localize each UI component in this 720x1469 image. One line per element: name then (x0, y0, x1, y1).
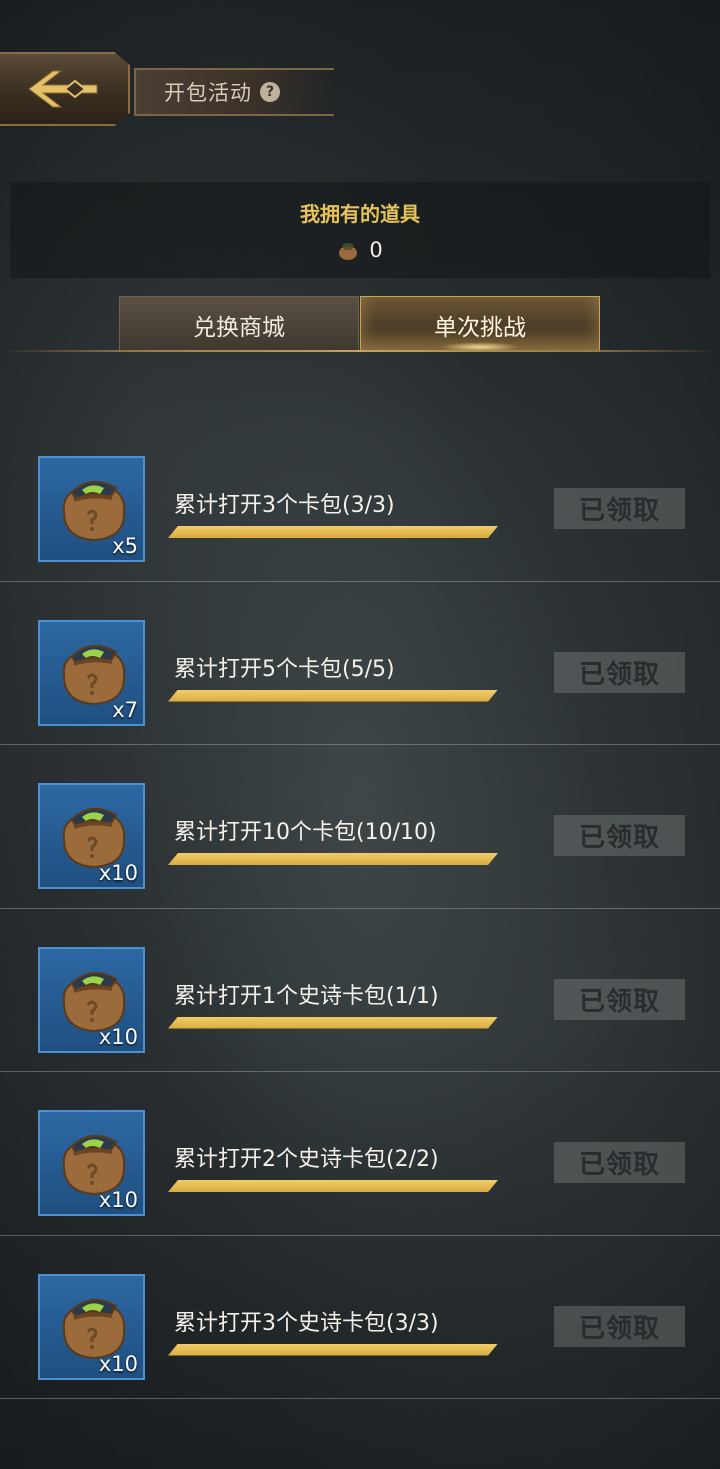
progress-bar (168, 1016, 498, 1029)
reward-quantity: x7 (112, 697, 138, 722)
reward-quantity: x5 (112, 534, 138, 558)
progress-fill (168, 1343, 498, 1356)
progress-fill (168, 1180, 498, 1192)
task-row: x5 累计打开3个卡包(3/3) 已领取 (0, 418, 720, 582)
progress-bar (168, 853, 498, 865)
inventory-title: 我拥有的道具 (300, 202, 420, 226)
reward-quantity: x10 (98, 1351, 138, 1376)
task-row: x10 累计打开3个史诗卡包(3/3) 已领取 (0, 1236, 720, 1399)
claimed-button[interactable]: 已领取 (554, 1305, 685, 1347)
back-button[interactable] (0, 52, 130, 126)
card-pack-bag-icon (339, 243, 358, 260)
task-description: 累计打开3个卡包(3/3) (174, 493, 395, 518)
reward-item[interactable]: x10 (38, 1110, 145, 1216)
task-row: x10 累计打开2个史诗卡包(2/2) 已领取 (0, 1072, 720, 1236)
inventory-row: 0 (10, 238, 710, 262)
claimed-button[interactable]: 已领取 (554, 1142, 685, 1183)
task-description: 累计打开10个卡包(10/10) (174, 820, 437, 845)
reward-item[interactable]: x7 (38, 619, 145, 726)
tab-exchange-shop[interactable]: 兑换商城 (119, 296, 359, 352)
progress-bar (168, 689, 498, 702)
claimed-button[interactable]: 已领取 (554, 978, 685, 1020)
progress-fill (168, 1016, 498, 1029)
help-icon[interactable]: ? (260, 82, 280, 102)
reward-quantity: x10 (98, 1024, 138, 1049)
progress-bar (168, 1180, 498, 1192)
inventory-count: 0 (369, 238, 383, 262)
reward-item[interactable]: x5 (38, 456, 145, 562)
reward-item[interactable]: x10 (38, 783, 145, 889)
task-row: x7 累计打开5个卡包(5/5) 已领取 (0, 582, 720, 745)
inventory-panel: 我拥有的道具 0 (10, 182, 710, 278)
tab-divider (0, 350, 720, 352)
claimed-button[interactable]: 已领取 (554, 488, 685, 529)
claimed-button[interactable]: 已领取 (554, 651, 685, 693)
reward-item[interactable]: x10 (38, 946, 145, 1053)
progress-bar (168, 526, 498, 538)
progress-bar (168, 1343, 498, 1356)
task-row: x10 累计打开1个史诗卡包(1/1) 已领取 (0, 909, 720, 1072)
task-list: x5 累计打开3个卡包(3/3) 已领取 x7 累计打开5个卡包(5/5) 已领… (0, 418, 720, 1399)
reward-item[interactable]: x10 (38, 1273, 145, 1380)
claimed-button[interactable]: 已领取 (554, 815, 685, 856)
reward-quantity: x10 (98, 861, 138, 885)
progress-fill (168, 853, 498, 865)
progress-fill (168, 689, 498, 702)
back-arrow-icon (28, 70, 98, 108)
page-title: 开包活动 (164, 81, 252, 105)
task-description: 累计打开3个史诗卡包(3/3) (174, 1310, 439, 1336)
task-description: 累计打开5个卡包(5/5) (174, 656, 395, 682)
task-description: 累计打开1个史诗卡包(1/1) (174, 983, 439, 1009)
task-row: x10 累计打开10个卡包(10/10) 已领取 (0, 745, 720, 909)
page-title-plate: 开包活动 ? (134, 68, 334, 116)
reward-quantity: x10 (98, 1188, 138, 1212)
task-description: 累计打开2个史诗卡包(2/2) (174, 1147, 439, 1172)
progress-fill (168, 526, 498, 538)
